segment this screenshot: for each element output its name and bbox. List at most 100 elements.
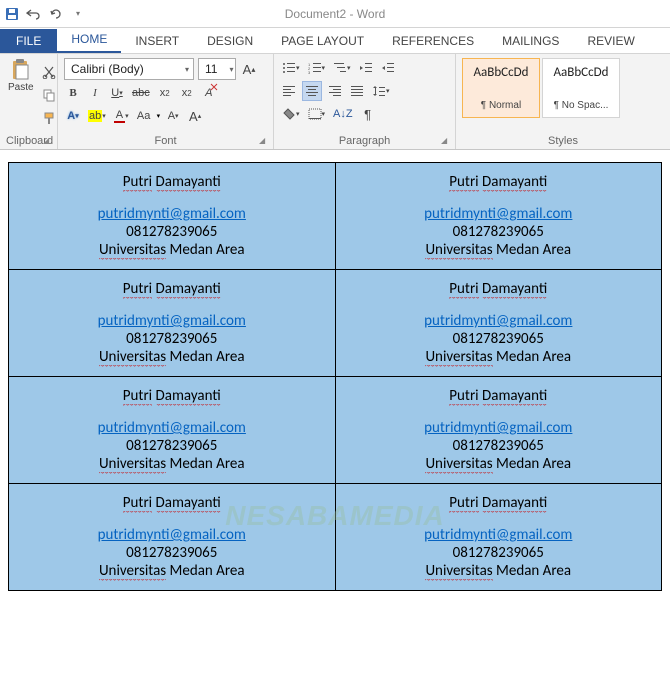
underline-button[interactable]: U▾ <box>108 83 126 103</box>
label-cell[interactable]: Putri Damayanti putridmynti@gmail.com 08… <box>9 377 336 484</box>
numbering-button[interactable]: 123▾ <box>306 58 328 78</box>
tab-file[interactable]: FILE <box>0 29 57 53</box>
paste-label: Paste <box>8 82 34 93</box>
decrease-indent-button[interactable] <box>357 58 375 78</box>
label-cell[interactable]: Putri Damayanti putridmynti@gmail.com 08… <box>335 270 662 377</box>
label-name: Putri Damayanti <box>13 494 331 512</box>
label-university: Universitas Medan Area <box>340 241 658 259</box>
tab-insert[interactable]: INSERT <box>121 29 193 53</box>
paragraph-launcher-icon[interactable]: ◢ <box>441 136 451 146</box>
label-cell[interactable]: Putri Damayanti putridmynti@gmail.com 08… <box>9 163 336 270</box>
label-university: Universitas Medan Area <box>340 562 658 580</box>
label-email[interactable]: putridmynti@gmail.com <box>424 312 572 330</box>
copy-button[interactable] <box>40 85 58 105</box>
save-icon[interactable] <box>4 6 20 22</box>
ribbon-tabs: FILE HOME INSERT DESIGN PAGE LAYOUT REFE… <box>0 28 670 54</box>
label-phone: 081278239065 <box>13 330 331 348</box>
tab-page-layout[interactable]: PAGE LAYOUT <box>267 29 378 53</box>
grow-font-button-2[interactable]: A▴ <box>186 106 204 126</box>
font-size-combo[interactable]: 11 ▾ <box>198 58 236 80</box>
label-university: Universitas Medan Area <box>13 348 331 366</box>
label-email[interactable]: putridmynti@gmail.com <box>424 526 572 544</box>
increase-indent-button[interactable] <box>379 58 397 78</box>
tab-references[interactable]: REFERENCES <box>378 29 488 53</box>
label-phone: 081278239065 <box>340 437 658 455</box>
clear-formatting-button[interactable]: A <box>200 83 218 103</box>
bold-button[interactable]: B <box>64 83 82 103</box>
line-spacing-button[interactable]: ▾ <box>370 81 392 101</box>
document-area[interactable]: Putri Damayanti putridmynti@gmail.com 08… <box>0 150 670 591</box>
title-bar: ▾ Document2 - Word <box>0 0 670 28</box>
text-effects-button[interactable]: A▾ <box>64 106 82 126</box>
sort-button[interactable]: A↓Z <box>331 104 355 124</box>
font-label: Font <box>64 133 267 149</box>
label-university: Universitas Medan Area <box>340 455 658 473</box>
label-email[interactable]: putridmynti@gmail.com <box>424 419 572 437</box>
label-phone: 081278239065 <box>340 223 658 241</box>
chevron-down-icon: ▾ <box>223 65 237 74</box>
font-launcher-icon[interactable]: ◢ <box>259 136 269 146</box>
label-email[interactable]: putridmynti@gmail.com <box>424 205 572 223</box>
tab-review[interactable]: REVIEW <box>573 29 648 53</box>
shading-button[interactable]: ▾ <box>280 104 302 124</box>
font-size-value: 11 <box>199 62 223 76</box>
tab-home[interactable]: HOME <box>57 27 121 53</box>
group-styles: AaBbCcDd ¶ Normal AaBbCcDd ¶ No Spac... … <box>456 54 670 149</box>
undo-icon[interactable] <box>26 6 42 22</box>
style-sample: AaBbCcDd <box>465 65 537 80</box>
labels-table[interactable]: Putri Damayanti putridmynti@gmail.com 08… <box>8 162 662 591</box>
ribbon: Paste Clipboard ◢ Calibri (Body) ▾ 11 ▾ <box>0 54 670 150</box>
label-university: Universitas Medan Area <box>340 348 658 366</box>
label-cell[interactable]: Putri Damayanti putridmynti@gmail.com 08… <box>335 163 662 270</box>
paste-button[interactable]: Paste <box>6 58 36 93</box>
tab-design[interactable]: DESIGN <box>193 29 267 53</box>
cut-button[interactable] <box>40 62 58 82</box>
format-painter-button[interactable] <box>40 108 58 128</box>
label-cell[interactable]: Putri Damayanti putridmynti@gmail.com 08… <box>9 484 336 591</box>
style-name: ¶ No Spac... <box>545 100 617 111</box>
align-left-button[interactable] <box>280 81 298 101</box>
svg-text:3: 3 <box>308 70 311 74</box>
label-cell[interactable]: Putri Damayanti putridmynti@gmail.com 08… <box>9 270 336 377</box>
label-cell[interactable]: Putri Damayanti putridmynti@gmail.com 08… <box>335 377 662 484</box>
qat-dropdown-icon[interactable]: ▾ <box>70 6 86 22</box>
label-phone: 081278239065 <box>13 223 331 241</box>
label-name: Putri Damayanti <box>13 280 331 298</box>
label-email[interactable]: putridmynti@gmail.com <box>98 205 246 223</box>
align-right-button[interactable] <box>326 81 344 101</box>
align-center-button[interactable] <box>302 81 322 101</box>
group-paragraph: ▾ 123▾ ▾ ▾ ▾ ▾ A↓Z ¶ Paragraph ◢ <box>274 54 456 149</box>
style-sample: AaBbCcDd <box>545 65 617 80</box>
strikethrough-button[interactable]: abc <box>130 83 152 103</box>
clipboard-launcher-icon[interactable]: ◢ <box>43 136 53 146</box>
bullets-button[interactable]: ▾ <box>280 58 302 78</box>
redo-icon[interactable] <box>48 6 64 22</box>
quick-access-toolbar: ▾ <box>4 6 86 22</box>
highlight-button[interactable]: ab▾ <box>86 106 108 126</box>
show-marks-button[interactable]: ¶ <box>359 104 377 124</box>
change-case-button[interactable]: Aa <box>135 106 153 126</box>
superscript-button[interactable]: x2 <box>178 83 196 103</box>
italic-button[interactable]: I <box>86 83 104 103</box>
label-phone: 081278239065 <box>340 544 658 562</box>
style-normal[interactable]: AaBbCcDd ¶ Normal <box>462 58 540 118</box>
label-email[interactable]: putridmynti@gmail.com <box>98 312 246 330</box>
label-email[interactable]: putridmynti@gmail.com <box>98 526 246 544</box>
tab-mailings[interactable]: MAILINGS <box>488 29 573 53</box>
subscript-button[interactable]: x2 <box>156 83 174 103</box>
group-font: Calibri (Body) ▾ 11 ▾ A▴ B I U▾ abc x2 x… <box>58 54 274 149</box>
grow-font-button[interactable]: A▴ <box>240 59 258 79</box>
font-name-combo[interactable]: Calibri (Body) ▾ <box>64 58 194 80</box>
label-university: Universitas Medan Area <box>13 455 331 473</box>
label-email[interactable]: putridmynti@gmail.com <box>98 419 246 437</box>
label-cell[interactable]: Putri Damayanti putridmynti@gmail.com 08… <box>335 484 662 591</box>
table-row: Putri Damayanti putridmynti@gmail.com 08… <box>9 270 662 377</box>
style-no-spacing[interactable]: AaBbCcDd ¶ No Spac... <box>542 58 620 118</box>
justify-button[interactable] <box>348 81 366 101</box>
multilevel-list-button[interactable]: ▾ <box>331 58 353 78</box>
group-clipboard: Paste Clipboard ◢ <box>0 54 58 149</box>
borders-button[interactable]: ▾ <box>306 104 328 124</box>
shrink-font-button[interactable]: A▾ <box>164 106 182 126</box>
font-color-button[interactable]: A▾ <box>112 106 131 126</box>
label-phone: 081278239065 <box>13 437 331 455</box>
